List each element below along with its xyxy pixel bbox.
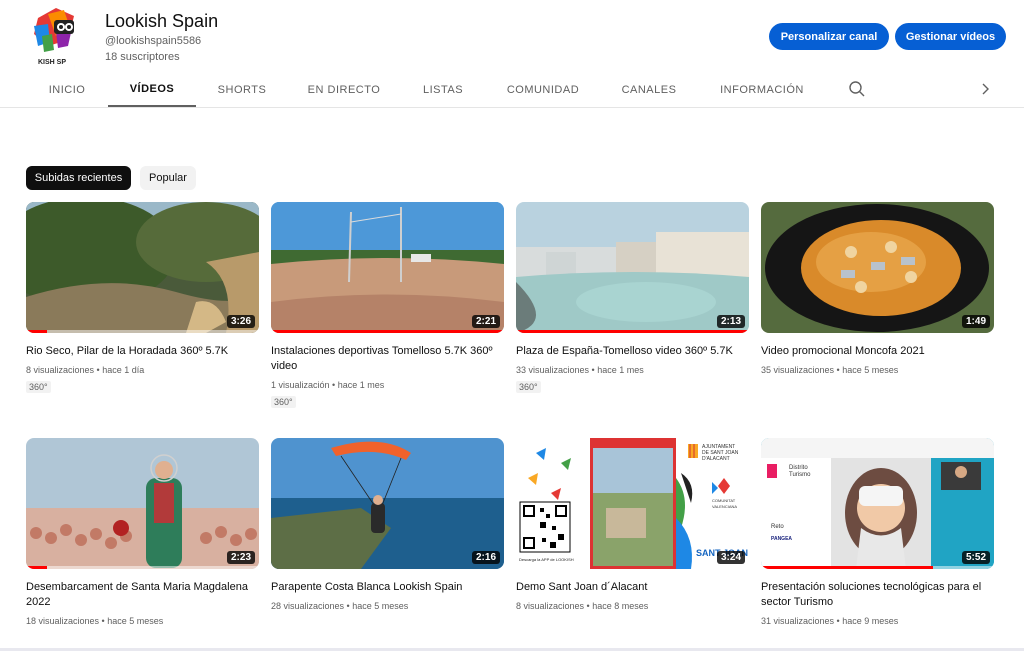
badge-360: 360°	[26, 381, 51, 393]
svg-text:Distrito: Distrito	[789, 465, 808, 471]
channel-tabs: INICIO VÍDEOS SHORTS EN DIRECTO LISTAS C…	[0, 72, 1024, 107]
video-meta: 18 visualizaciones • hace 5 meses	[26, 616, 164, 626]
video-thumbnail[interactable]: 2:23	[26, 438, 259, 569]
video-duration: 2:21	[471, 315, 500, 328]
video-duration: 1:49	[961, 315, 990, 328]
svg-text:COMUNITAT: COMUNITAT	[712, 498, 736, 503]
badge-360: 360°	[271, 396, 296, 408]
video-title[interactable]: Plaza de España-Tomelloso video 360º 5.7…	[516, 344, 749, 359]
tab-videos[interactable]: VÍDEOS	[108, 72, 196, 107]
video-title[interactable]: Video promocional Moncofa 2021	[761, 344, 994, 359]
video-meta: 8 visualizaciones • hace 8 meses	[516, 601, 649, 611]
video-meta: 35 visualizaciones • hace 5 meses	[761, 365, 899, 375]
video-duration: 2:23	[226, 551, 255, 564]
video-thumbnail[interactable]: 2:13	[516, 202, 749, 333]
video-title[interactable]: Presentación soluciones tecnológicas par…	[761, 580, 994, 610]
video-duration: 3:26	[226, 315, 255, 328]
chip-recent-uploads[interactable]: Subidas recientes	[26, 166, 131, 190]
video-thumbnail[interactable]: Distrito Turismo Reto PANGEA 5:52	[761, 438, 994, 569]
video-meta: 1 visualización • hace 1 mes	[271, 380, 385, 390]
video-thumbnail[interactable]: 1:49	[761, 202, 994, 333]
video-card[interactable]: 2:13 Plaza de España-Tomelloso video 360…	[516, 202, 749, 395]
svg-text:Descarga la APP de LOOKISH: Descarga la APP de LOOKISH	[519, 557, 574, 562]
tab-en-directo[interactable]: EN DIRECTO	[304, 72, 384, 107]
video-meta: 28 visualizaciones • hace 5 meses	[271, 601, 409, 611]
watch-progress-bar	[26, 566, 47, 569]
svg-text:VALENCIANA: VALENCIANA	[712, 504, 737, 509]
tab-listas[interactable]: LISTAS	[416, 72, 470, 107]
channel-header: KISH SP Lookish Spain @lookishspain5586 …	[0, 0, 1024, 108]
video-meta: 31 visualizaciones • hace 9 meses	[761, 616, 899, 626]
video-duration: 5:52	[961, 551, 990, 564]
video-card[interactable]: 2:23 Desembarcament de Santa Maria Magda…	[26, 438, 259, 626]
tab-inicio[interactable]: INICIO	[40, 72, 94, 107]
chevron-right-icon[interactable]	[976, 80, 994, 98]
svg-text:PANGEA: PANGEA	[771, 536, 792, 542]
video-duration: 3:24	[716, 551, 745, 564]
channel-name: Lookish Spain	[105, 11, 219, 31]
svg-text:KISH SP: KISH SP	[38, 59, 66, 66]
video-duration: 2:13	[716, 315, 745, 328]
customize-channel-button[interactable]: Personalizar canal	[769, 23, 889, 50]
video-meta: 8 visualizaciones • hace 1 día	[26, 365, 145, 375]
video-title[interactable]: Parapente Costa Blanca Lookish Spain	[271, 580, 504, 595]
channel-handle: @lookishspain5586	[105, 35, 202, 47]
manage-videos-button[interactable]: Gestionar vídeos	[895, 23, 1006, 50]
video-card[interactable]: 2:16 Parapente Costa Blanca Lookish Spai…	[271, 438, 504, 611]
video-title[interactable]: Instalaciones deportivas Tomelloso 5.7K …	[271, 344, 504, 374]
search-icon[interactable]	[848, 80, 866, 98]
video-card[interactable]: 1:49 Video promocional Moncofa 2021 35 v…	[761, 202, 994, 375]
chip-popular[interactable]: Popular	[140, 166, 196, 190]
video-card[interactable]: Distrito Turismo Reto PANGEA 5:52 Presen…	[761, 438, 994, 626]
video-meta: 33 visualizaciones • hace 1 mes	[516, 365, 644, 375]
video-thumbnail[interactable]: 2:21	[271, 202, 504, 333]
watch-progress-bar	[271, 330, 504, 333]
tab-canales[interactable]: CANALES	[616, 72, 682, 107]
video-card[interactable]: Descarga la APP de LOOKISH AJUNTAMENT DE…	[516, 438, 749, 611]
subscriber-count: 18 suscriptores	[105, 51, 180, 63]
video-duration: 2:16	[471, 551, 500, 564]
watch-progress-bar	[26, 330, 47, 333]
badge-360: 360°	[516, 381, 541, 393]
tab-informacion[interactable]: INFORMACIÓN	[715, 72, 809, 107]
video-card[interactable]: 2:21 Instalaciones deportivas Tomelloso …	[271, 202, 504, 410]
tab-comunidad[interactable]: COMUNIDAD	[502, 72, 584, 107]
watch-progress-bar	[516, 330, 749, 333]
svg-text:Turismo: Turismo	[789, 472, 811, 478]
svg-text:Reto: Reto	[771, 524, 784, 530]
tab-shorts[interactable]: SHORTS	[212, 72, 272, 107]
watch-progress-bar	[761, 566, 934, 569]
video-title[interactable]: Demo Sant Joan d´Alacant	[516, 580, 749, 595]
video-title[interactable]: Rio Seco, Pilar de la Horadada 360º 5.7K	[26, 344, 259, 359]
channel-avatar[interactable]: KISH SP	[28, 6, 84, 66]
video-thumbnail[interactable]: 3:26	[26, 202, 259, 333]
video-title[interactable]: Desembarcament de Santa Maria Magdalena …	[26, 580, 259, 610]
svg-text:D'ALACANT: D'ALACANT	[702, 456, 730, 462]
video-thumbnail[interactable]: 2:16	[271, 438, 504, 569]
video-card[interactable]: 3:26 Rio Seco, Pilar de la Horadada 360º…	[26, 202, 259, 395]
video-thumbnail[interactable]: Descarga la APP de LOOKISH AJUNTAMENT DE…	[516, 438, 749, 569]
